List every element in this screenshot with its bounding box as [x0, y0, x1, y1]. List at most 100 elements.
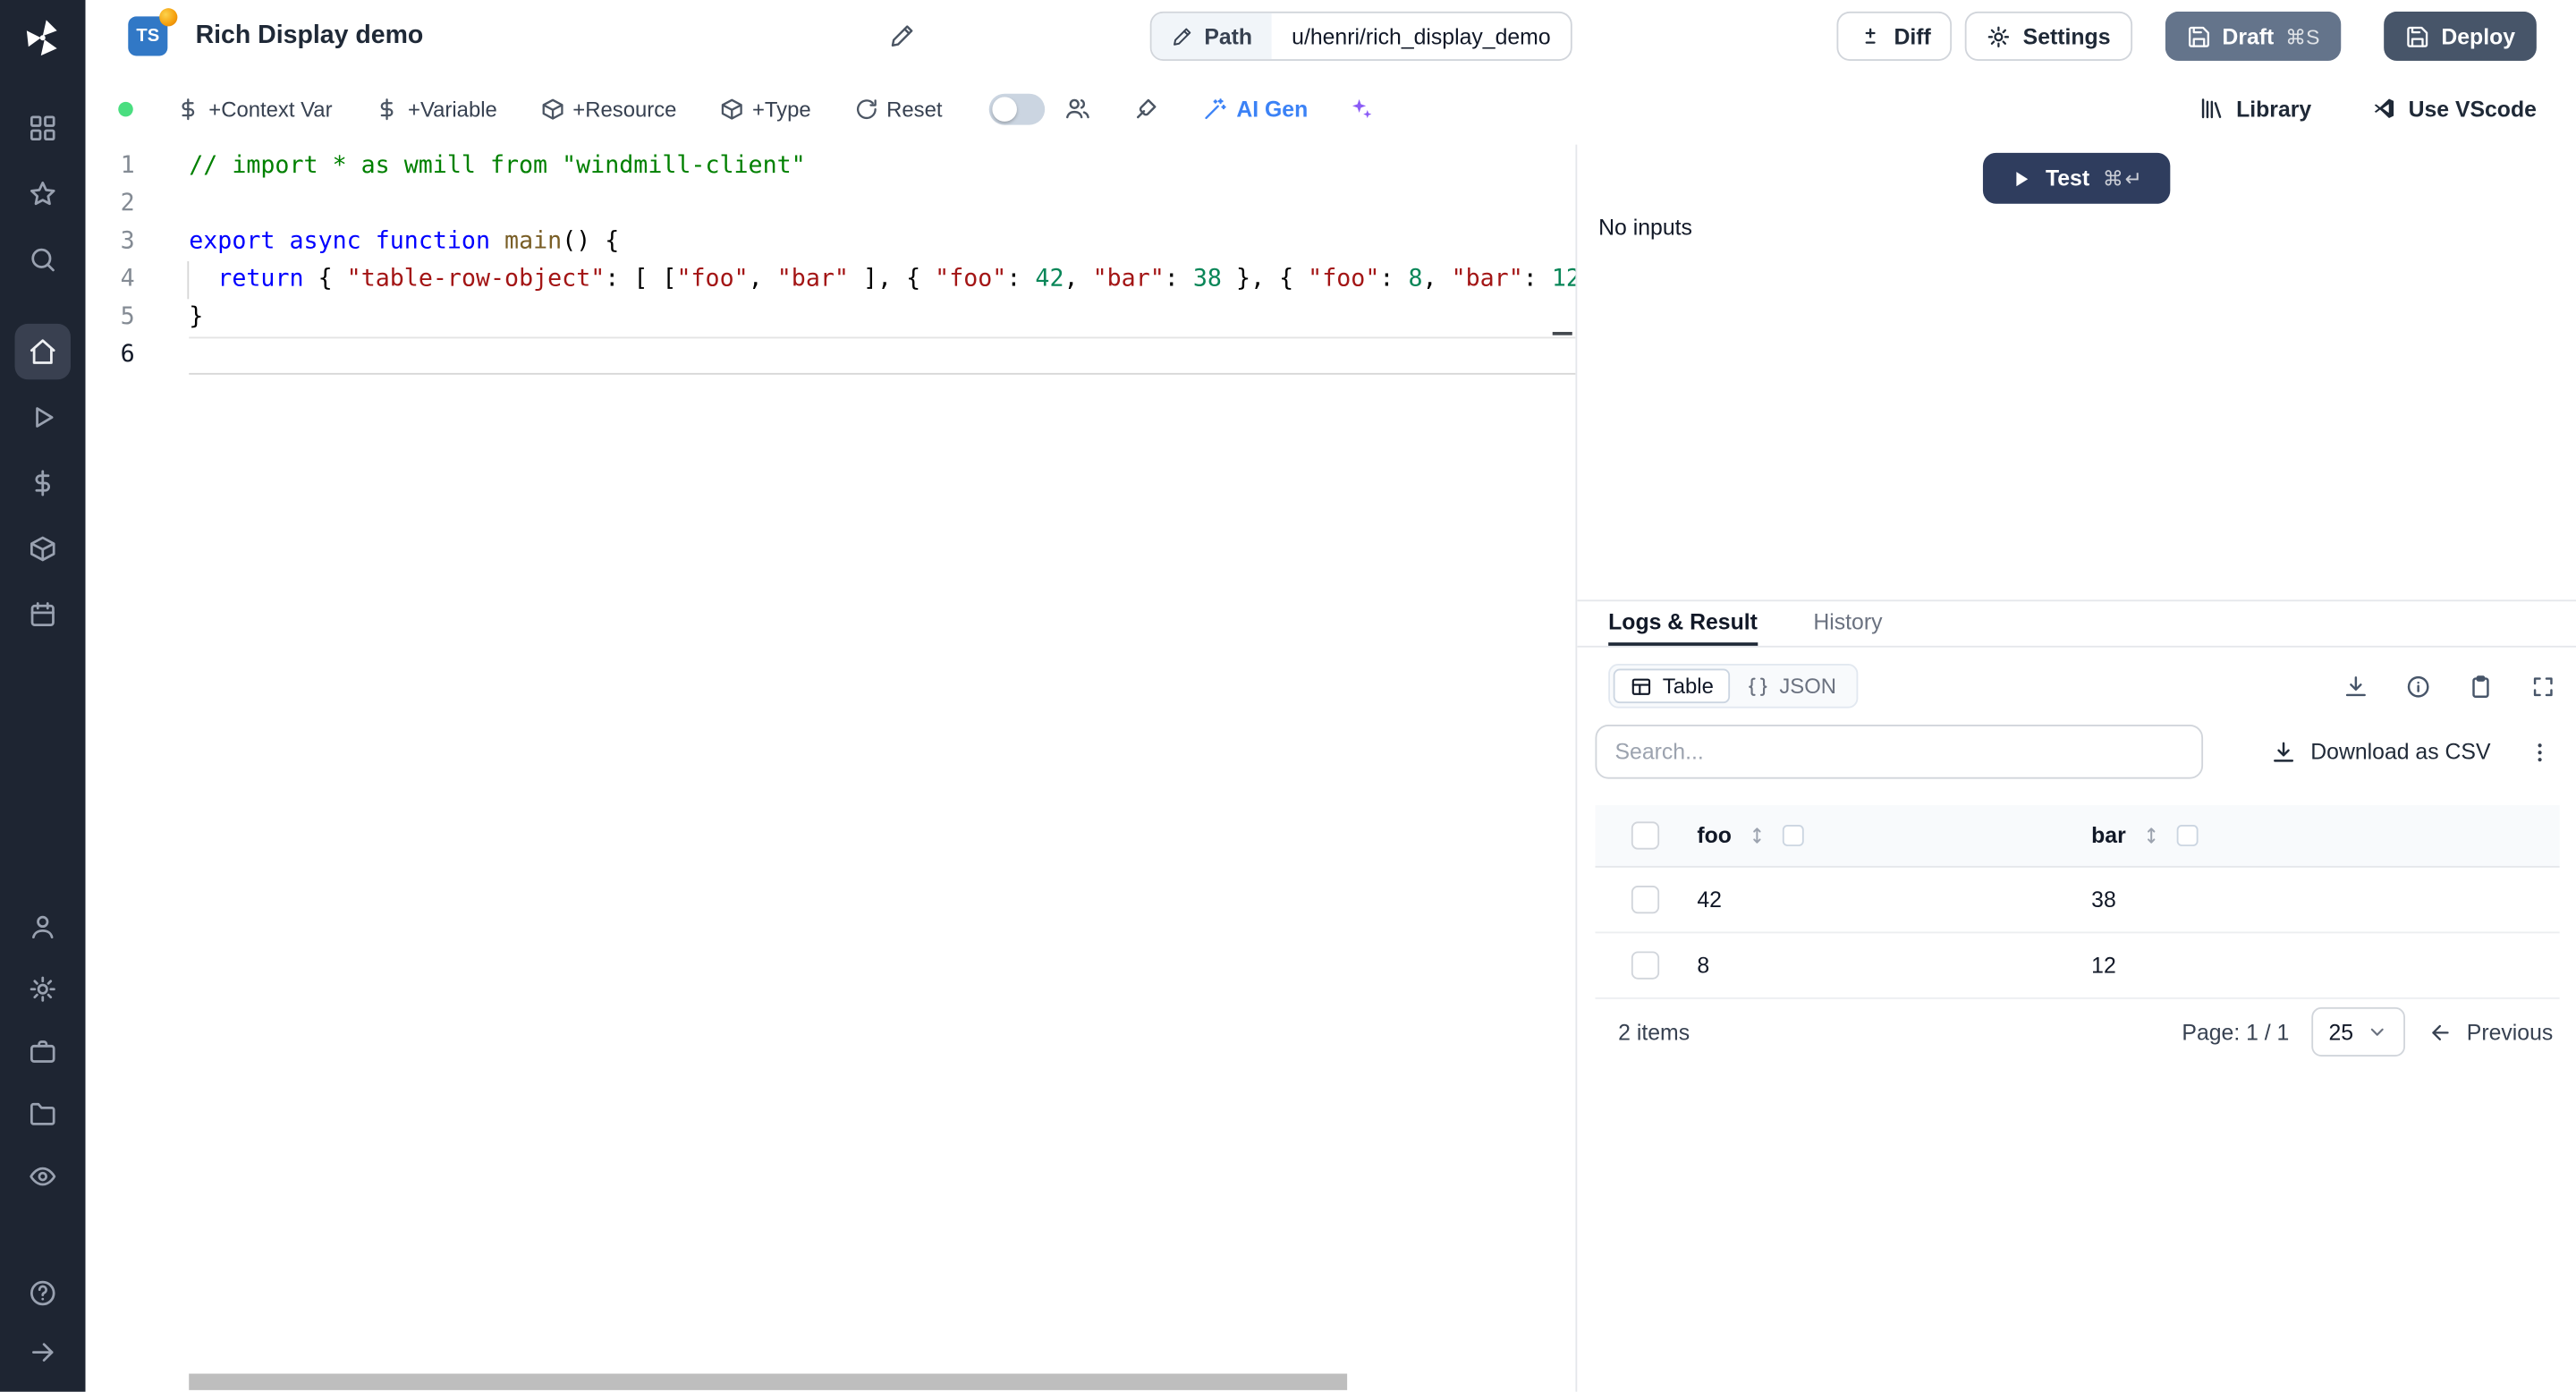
vscode-button[interactable]: Use VScode [2370, 96, 2537, 122]
toolbar-context-var-button[interactable]: +Context Var [176, 96, 333, 121]
toggle-knob [992, 96, 1017, 121]
result-section: TableJSON Download as CSV foobar 423 [1577, 648, 2576, 1392]
wand-icon [1202, 96, 1227, 121]
toolbar-resource-button[interactable]: +Resource [540, 96, 677, 121]
editor-horizontal-scrollbar[interactable] [189, 1374, 1347, 1390]
deploy-button[interactable]: Deploy [2384, 12, 2537, 61]
sidebar-groups [0, 75, 86, 1381]
table-icon [1630, 675, 1653, 698]
tab-history[interactable]: History [1813, 601, 1882, 646]
tab-logs-result[interactable]: Logs & Result [1608, 601, 1758, 646]
info-icon [2405, 673, 2431, 699]
info-button[interactable] [2405, 673, 2431, 699]
help-icon [28, 1278, 57, 1308]
edit-summary-button[interactable] [889, 23, 915, 49]
play-icon [2010, 166, 2033, 190]
editor-code[interactable]: // import * as wmill from "windmill-clie… [165, 148, 1576, 1391]
sidebar-item-star[interactable] [0, 161, 86, 226]
table-header: foobar [1595, 805, 2559, 868]
test-shortcut: ⌘↵ [2103, 166, 2144, 191]
draft-shortcut: ⌘S [2285, 24, 2319, 49]
sidebar-item-folder[interactable] [0, 1082, 86, 1145]
result-bar: TableJSON [1595, 664, 2559, 709]
package-icon [540, 96, 565, 121]
kebab-icon [2527, 739, 2553, 765]
header-actions: Diff Settings Draft ⌘S Deploy [1836, 12, 2537, 61]
view-toggle-table[interactable]: Table [1614, 669, 1731, 704]
sidebar-item-eye[interactable] [0, 1145, 86, 1208]
gear-icon [28, 974, 57, 1004]
column-option-box[interactable] [1783, 825, 1804, 846]
sidebar-item-user[interactable] [0, 895, 86, 958]
clipboard-button[interactable] [2468, 673, 2494, 699]
user-icon [28, 912, 57, 941]
select-all-checkbox[interactable] [1631, 821, 1658, 849]
download-csv-button[interactable]: Download as CSV [2271, 739, 2490, 765]
code-line: return { "table-row-object": [ ["foo", "… [189, 261, 1575, 299]
table-footer: 2 items Page: 1 / 1 25 Previous [1595, 999, 2559, 1065]
sidebar-item-arrow-right[interactable] [0, 1323, 86, 1382]
column-header-bar: bar [2088, 823, 2559, 848]
sidebar-item-gear[interactable] [0, 958, 86, 1021]
chevron-down-icon [2367, 1021, 2390, 1044]
save-icon [2405, 24, 2430, 49]
ai-gen-button[interactable]: AI Gen [1202, 96, 1308, 121]
sort-button[interactable] [2140, 825, 2162, 846]
previous-button[interactable]: Previous [2429, 1020, 2554, 1045]
kebab-menu-button[interactable] [2527, 739, 2553, 765]
sidebar [0, 0, 86, 1392]
sidebar-item-briefcase[interactable] [0, 1021, 86, 1083]
toolbarreset-button[interactable]: Reset [853, 96, 942, 121]
dollar-icon [176, 96, 201, 121]
language-badge: TS [128, 16, 167, 55]
search-input[interactable] [1595, 725, 2203, 779]
mode-toggle[interactable] [988, 93, 1044, 124]
column-option-box[interactable] [2177, 825, 2199, 846]
script-title: Rich Display demo [196, 21, 424, 51]
code-editor[interactable]: 123456 // import * as wmill from "windmi… [86, 145, 1578, 1392]
row-checkbox[interactable] [1631, 951, 1658, 979]
download-icon [2343, 673, 2368, 699]
play-filled-icon [2010, 166, 2033, 190]
sidebar-item-dollar[interactable] [0, 450, 86, 515]
sidebar-item-grid[interactable] [0, 96, 86, 161]
library-button[interactable]: Library [2199, 96, 2311, 122]
windmill-app: TS Rich Display demo Path u/henri/rich_d… [0, 0, 2576, 1392]
sidebar-item-help[interactable] [0, 1263, 86, 1322]
sidebar-item-play[interactable] [0, 385, 86, 450]
users-icon[interactable] [1063, 96, 1089, 122]
sidebar-group [0, 318, 86, 647]
sidebar-item-search[interactable] [0, 226, 86, 292]
sidebar-item-cube[interactable] [0, 516, 86, 581]
toolbar-variable-button[interactable]: +Variable [375, 96, 497, 121]
test-button[interactable]: Test ⌘↵ [1983, 153, 2170, 204]
download-button[interactable] [2343, 673, 2368, 699]
windmill-logo[interactable] [0, 0, 86, 75]
sort-button[interactable] [1746, 825, 1767, 846]
row-checkbox[interactable] [1631, 886, 1658, 913]
search-row: Download as CSV [1595, 725, 2559, 779]
gear-icon [1987, 24, 2012, 49]
sidebar-item-home[interactable] [0, 318, 86, 384]
package-icon [719, 96, 744, 121]
path-value: u/henri/rich_display_demo [1272, 24, 1571, 49]
settings-button[interactable]: Settings [1965, 12, 2131, 61]
sidebar-item-calendar[interactable] [0, 581, 86, 647]
sparkles-icon[interactable] [1347, 96, 1373, 122]
cube-icon [28, 534, 57, 564]
draft-button[interactable]: Draft ⌘S [2165, 12, 2341, 61]
toolbar-right: Library Use VScode [2199, 96, 2537, 122]
toolbar-type-button[interactable]: +Type [719, 96, 810, 121]
expand-button[interactable] [2530, 673, 2556, 699]
diff-icon [1858, 24, 1883, 49]
diff-button[interactable]: Diff [1836, 12, 1952, 61]
cell-foo: 42 [1694, 887, 2089, 912]
path-field[interactable]: Path u/henri/rich_display_demo [1150, 12, 1572, 61]
home-icon [28, 337, 57, 367]
view-toggle-json[interactable]: JSON [1730, 669, 1852, 704]
brush-icon[interactable] [1133, 96, 1159, 122]
page-size-select[interactable]: 25 [2312, 1007, 2406, 1057]
cell-bar: 12 [2088, 953, 2559, 978]
overview-ruler-cursor [1553, 332, 1572, 335]
vscode-icon [2370, 96, 2396, 122]
